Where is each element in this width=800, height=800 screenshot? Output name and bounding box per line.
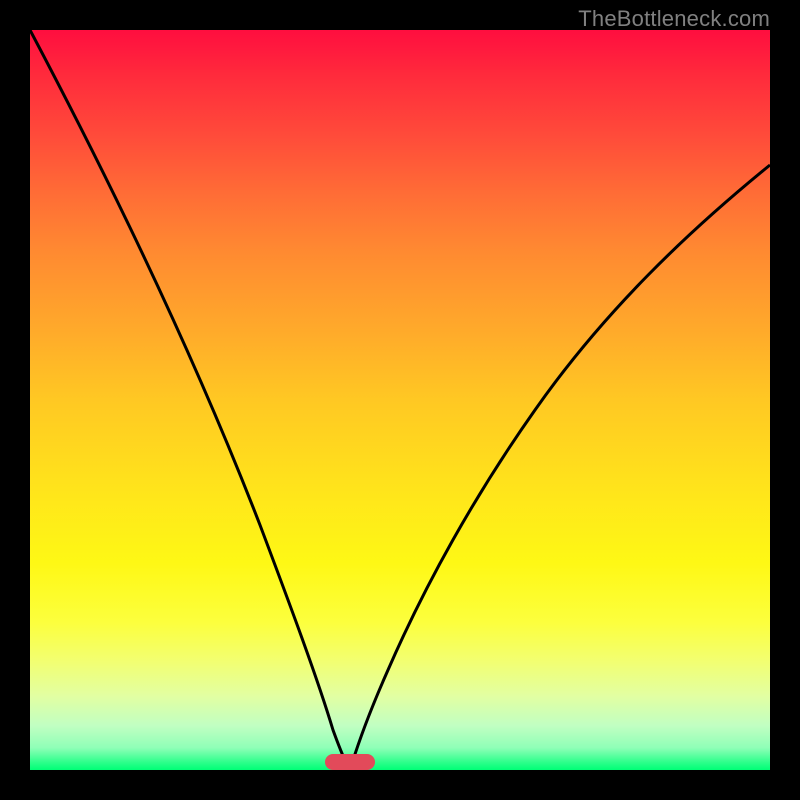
curve-layer: [30, 30, 770, 770]
right-curve: [350, 165, 770, 770]
watermark-text: TheBottleneck.com: [578, 6, 770, 32]
chart-frame: TheBottleneck.com: [0, 0, 800, 800]
plot-area: [30, 30, 770, 770]
bottleneck-marker: [325, 754, 375, 770]
left-curve: [30, 30, 350, 770]
